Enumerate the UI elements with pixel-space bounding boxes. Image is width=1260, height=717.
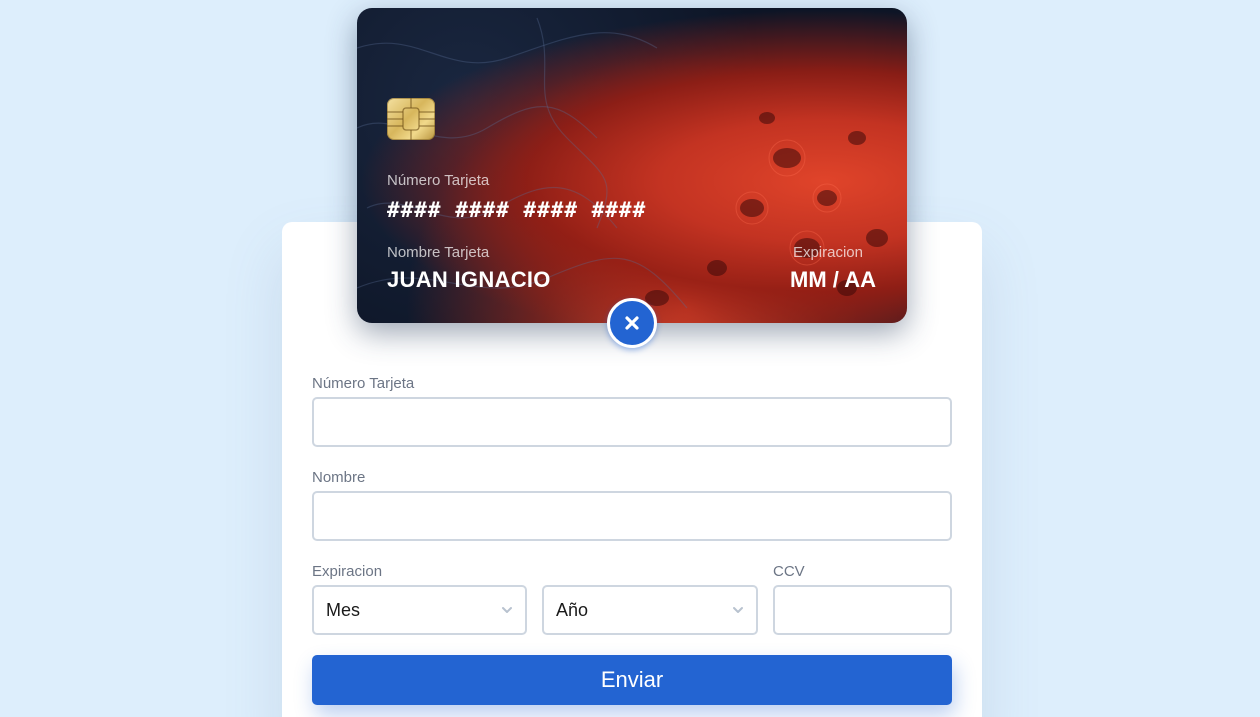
ccv-input[interactable] bbox=[773, 585, 952, 635]
chevron-down-icon bbox=[733, 607, 743, 613]
expiry-field-label: Expiracion bbox=[312, 563, 383, 580]
month-select[interactable]: Mes bbox=[312, 585, 527, 635]
year-select-value: Año bbox=[556, 599, 589, 620]
chip-icon bbox=[387, 98, 435, 140]
toggle-form-button[interactable] bbox=[607, 298, 657, 348]
submit-button[interactable]: Enviar bbox=[312, 655, 952, 705]
chevron-down-icon bbox=[502, 607, 512, 613]
card-name-value: JUAN IGNACIO bbox=[387, 267, 551, 292]
card-name-label: Nombre Tarjeta bbox=[387, 244, 490, 261]
card-number-label: Número Tarjeta bbox=[387, 172, 490, 189]
card-number-input[interactable] bbox=[312, 397, 952, 447]
close-icon bbox=[625, 316, 639, 330]
name-input[interactable] bbox=[312, 491, 952, 541]
card-expiry-label: Expiracion bbox=[792, 244, 863, 261]
month-select-value: Mes bbox=[326, 599, 361, 620]
card-number-field-label: Número Tarjeta bbox=[312, 375, 415, 392]
credit-card-preview: Número Tarjeta #### #### #### #### Nombr… bbox=[357, 8, 907, 323]
card-number-value: #### #### #### #### bbox=[387, 198, 647, 222]
ccv-field-label: CCV bbox=[773, 563, 805, 580]
name-field-label: Nombre bbox=[312, 469, 366, 486]
year-select[interactable]: Año bbox=[542, 585, 758, 635]
card-expiry-value: MM / AA bbox=[790, 267, 876, 292]
